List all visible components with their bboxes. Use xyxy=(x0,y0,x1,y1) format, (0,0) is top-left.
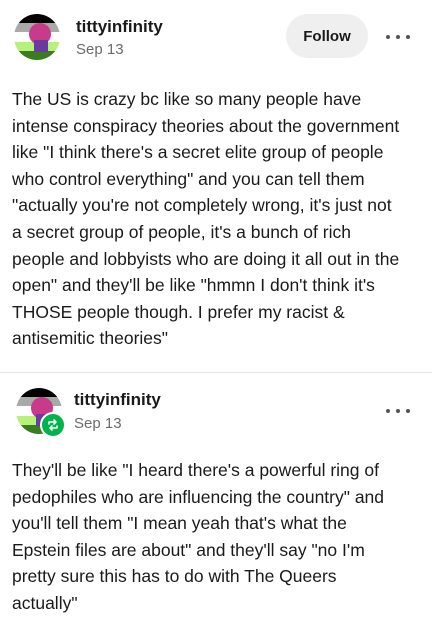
post-body: The US is crazy bc like so many people h… xyxy=(12,89,400,349)
post-original: tittyinfinity Sep 13 Follow The US is cr… xyxy=(0,0,432,372)
post-reblog: tittyinfinity Sep 13 They'll be like "I … xyxy=(0,373,432,637)
username[interactable]: tittyinfinity xyxy=(74,390,161,410)
post-date[interactable]: Sep 13 xyxy=(76,41,124,58)
more-options-icon[interactable] xyxy=(386,401,410,421)
reblog-icon xyxy=(40,412,66,438)
username[interactable]: tittyinfinity xyxy=(76,17,163,37)
more-options-icon[interactable] xyxy=(386,27,410,47)
post-date[interactable]: Sep 13 xyxy=(74,415,122,432)
post-body: They'll be like "I heard there's a power… xyxy=(12,460,385,613)
follow-button[interactable]: Follow xyxy=(286,14,368,58)
avatar[interactable] xyxy=(14,14,60,60)
